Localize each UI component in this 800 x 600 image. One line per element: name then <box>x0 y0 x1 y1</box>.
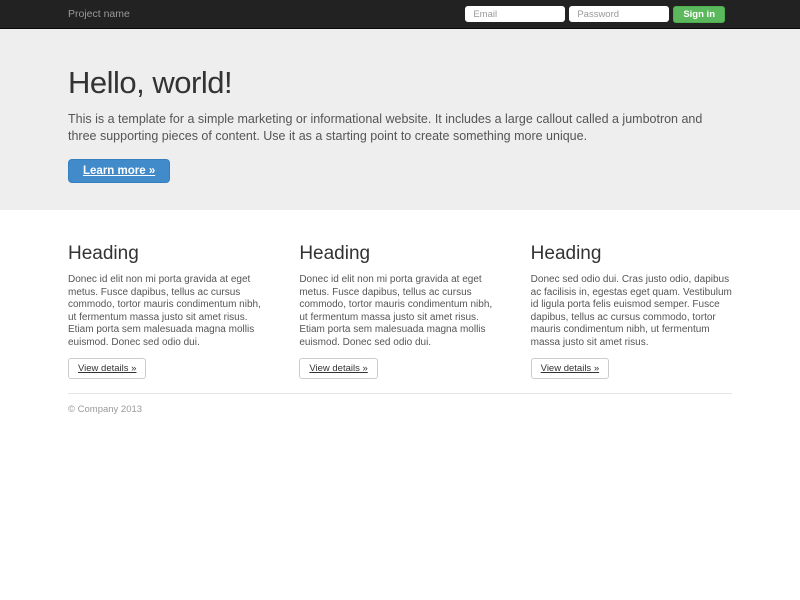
marketing-columns: Heading Donec id elit non mi porta gravi… <box>53 243 747 379</box>
top-navbar: Project name Sign in <box>0 0 800 29</box>
column-3: Heading Donec sed odio dui. Cras justo o… <box>516 243 747 379</box>
copyright-text: © Company 2013 <box>68 404 143 415</box>
column-1: Heading Donec id elit non mi porta gravi… <box>53 243 284 379</box>
column-heading: Heading <box>299 243 371 264</box>
email-input[interactable] <box>465 6 566 22</box>
footer-divider <box>68 393 732 394</box>
jumbotron: Hello, world! This is a template for a s… <box>0 29 800 210</box>
column-heading: Heading <box>68 243 139 264</box>
jumbotron-title: Hello, world! <box>68 65 233 100</box>
column-text: Donec id elit non mi porta gravida at eg… <box>299 274 493 348</box>
column-text: Donec sed odio dui. Cras justo odio, dap… <box>530 274 732 348</box>
view-details-button-2[interactable]: View details » <box>299 358 378 379</box>
column-heading: Heading <box>530 243 602 264</box>
sign-in-form: Sign in <box>465 5 725 23</box>
view-details-button-3[interactable]: View details » <box>530 358 610 379</box>
view-details-button-1[interactable]: View details » <box>68 358 147 379</box>
sign-in-button[interactable]: Sign in <box>673 5 725 23</box>
learn-more-button[interactable]: Learn more » <box>68 159 171 183</box>
site-footer: © Company 2013 <box>0 393 800 415</box>
column-2: Heading Donec id elit non mi porta gravi… <box>284 243 515 379</box>
password-input[interactable] <box>569 6 670 22</box>
column-text: Donec id elit non mi porta gravida at eg… <box>68 274 261 348</box>
jumbotron-description: This is a template for a simple marketin… <box>68 112 703 143</box>
brand-link[interactable]: Project name <box>68 0 130 29</box>
